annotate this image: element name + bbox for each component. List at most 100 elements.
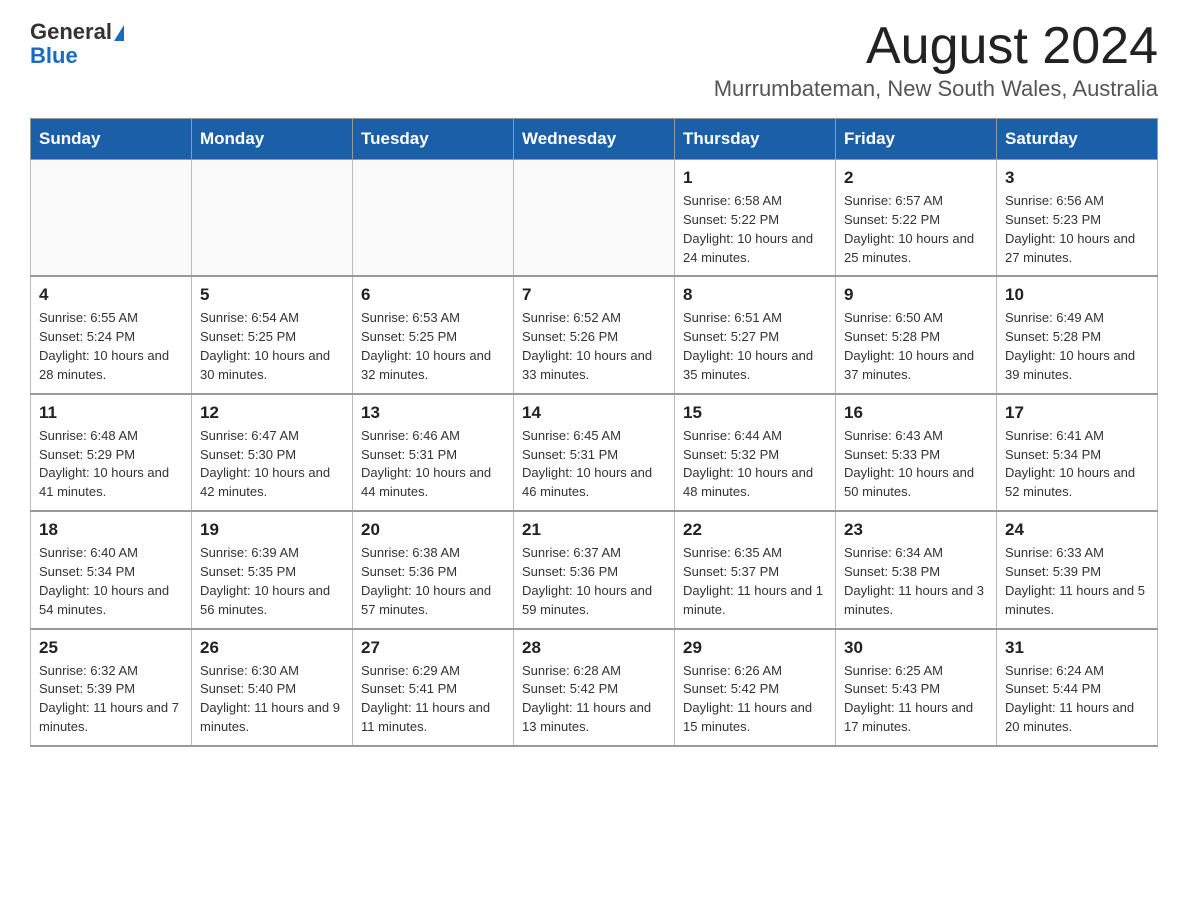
calendar-cell [514,160,675,277]
calendar-cell: 13 Sunrise: 6:46 AM Sunset: 5:31 PM Dayli… [353,394,514,511]
calendar-cell: 5 Sunrise: 6:54 AM Sunset: 5:25 PM Daylig… [192,276,353,393]
calendar-cell: 29 Sunrise: 6:26 AM Sunset: 5:42 PM Dayli… [675,629,836,746]
day-info: Sunrise: 6:38 AM Sunset: 5:36 PM Dayligh… [361,544,505,619]
calendar-cell: 10 Sunrise: 6:49 AM Sunset: 5:28 PM Dayli… [997,276,1158,393]
calendar-week-row: 11 Sunrise: 6:48 AM Sunset: 5:29 PM Dayli… [31,394,1158,511]
day-number: 5 [200,285,344,305]
day-info: Sunrise: 6:56 AM Sunset: 5:23 PM Dayligh… [1005,192,1149,267]
calendar-cell: 16 Sunrise: 6:43 AM Sunset: 5:33 PM Dayli… [836,394,997,511]
calendar-cell: 31Sunrise: 6:24 AM Sunset: 5:44 PM Dayli… [997,629,1158,746]
day-info: Sunrise: 6:26 AM Sunset: 5:42 PM Dayligh… [683,662,827,737]
day-number: 17 [1005,403,1149,423]
calendar-cell [192,160,353,277]
calendar-cell: 27Sunrise: 6:29 AM Sunset: 5:41 PM Dayli… [353,629,514,746]
calendar-cell: 4 Sunrise: 6:55 AM Sunset: 5:24 PM Daylig… [31,276,192,393]
day-info: Sunrise: 6:25 AM Sunset: 5:43 PM Dayligh… [844,662,988,737]
day-info: Sunrise: 6:55 AM Sunset: 5:24 PM Dayligh… [39,309,183,384]
calendar-cell: 26 Sunrise: 6:30 AM Sunset: 5:40 PM Dayli… [192,629,353,746]
day-info: Sunrise: 6:57 AM Sunset: 5:22 PM Dayligh… [844,192,988,267]
day-info: Sunrise: 6:32 AM Sunset: 5:39 PM Dayligh… [39,662,183,737]
calendar-cell: 7 Sunrise: 6:52 AM Sunset: 5:26 PM Daylig… [514,276,675,393]
day-number: 4 [39,285,183,305]
day-info: Sunrise: 6:29 AM Sunset: 5:41 PM Dayligh… [361,662,505,737]
calendar-cell: 24 Sunrise: 6:33 AM Sunset: 5:39 PM Dayli… [997,511,1158,628]
calendar-cell: 19 Sunrise: 6:39 AM Sunset: 5:35 PM Dayli… [192,511,353,628]
day-info: Sunrise: 6:54 AM Sunset: 5:25 PM Dayligh… [200,309,344,384]
weekday-header-friday: Friday [836,119,997,160]
calendar-cell [353,160,514,277]
day-info: Sunrise: 6:53 AM Sunset: 5:25 PM Dayligh… [361,309,505,384]
logo: General Blue [30,20,124,68]
calendar-cell: 3 Sunrise: 6:56 AM Sunset: 5:23 PM Daylig… [997,160,1158,277]
calendar-cell: 14 Sunrise: 6:45 AM Sunset: 5:31 PM Dayli… [514,394,675,511]
weekday-header-sunday: Sunday [31,119,192,160]
day-info: Sunrise: 6:49 AM Sunset: 5:28 PM Dayligh… [1005,309,1149,384]
day-number: 13 [361,403,505,423]
calendar-cell: 2 Sunrise: 6:57 AM Sunset: 5:22 PM Daylig… [836,160,997,277]
day-info: Sunrise: 6:39 AM Sunset: 5:35 PM Dayligh… [200,544,344,619]
day-number: 2 [844,168,988,188]
day-info: Sunrise: 6:51 AM Sunset: 5:27 PM Dayligh… [683,309,827,384]
day-number: 29 [683,638,827,658]
day-number: 14 [522,403,666,423]
day-number: 24 [1005,520,1149,540]
day-info: Sunrise: 6:44 AM Sunset: 5:32 PM Dayligh… [683,427,827,502]
calendar-cell: 21Sunrise: 6:37 AM Sunset: 5:36 PM Dayli… [514,511,675,628]
day-info: Sunrise: 6:30 AM Sunset: 5:40 PM Dayligh… [200,662,344,737]
day-info: Sunrise: 6:45 AM Sunset: 5:31 PM Dayligh… [522,427,666,502]
day-number: 22 [683,520,827,540]
day-info: Sunrise: 6:41 AM Sunset: 5:34 PM Dayligh… [1005,427,1149,502]
calendar-cell: 15 Sunrise: 6:44 AM Sunset: 5:32 PM Dayli… [675,394,836,511]
day-number: 26 [200,638,344,658]
day-number: 21 [522,520,666,540]
day-info: Sunrise: 6:47 AM Sunset: 5:30 PM Dayligh… [200,427,344,502]
calendar-cell: 1 Sunrise: 6:58 AM Sunset: 5:22 PM Daylig… [675,160,836,277]
day-number: 11 [39,403,183,423]
day-info: Sunrise: 6:58 AM Sunset: 5:22 PM Dayligh… [683,192,827,267]
day-info: Sunrise: 6:52 AM Sunset: 5:26 PM Dayligh… [522,309,666,384]
calendar-cell: 25 Sunrise: 6:32 AM Sunset: 5:39 PM Dayli… [31,629,192,746]
day-number: 28 [522,638,666,658]
day-info: Sunrise: 6:46 AM Sunset: 5:31 PM Dayligh… [361,427,505,502]
day-info: Sunrise: 6:33 AM Sunset: 5:39 PM Dayligh… [1005,544,1149,619]
day-number: 25 [39,638,183,658]
calendar-table: SundayMondayTuesdayWednesdayThursdayFrid… [30,118,1158,747]
calendar-header-row: SundayMondayTuesdayWednesdayThursdayFrid… [31,119,1158,160]
page-header: General Blue August 2024 Murrumbateman, … [30,20,1158,112]
day-number: 1 [683,168,827,188]
day-info: Sunrise: 6:34 AM Sunset: 5:38 PM Dayligh… [844,544,988,619]
calendar-cell: 23 Sunrise: 6:34 AM Sunset: 5:38 PM Dayli… [836,511,997,628]
calendar-week-row: 1 Sunrise: 6:58 AM Sunset: 5:22 PM Daylig… [31,160,1158,277]
weekday-header-thursday: Thursday [675,119,836,160]
calendar-cell: 18Sunrise: 6:40 AM Sunset: 5:34 PM Dayli… [31,511,192,628]
calendar-week-row: 18Sunrise: 6:40 AM Sunset: 5:34 PM Dayli… [31,511,1158,628]
day-number: 15 [683,403,827,423]
month-title: August 2024 [714,20,1158,72]
day-info: Sunrise: 6:40 AM Sunset: 5:34 PM Dayligh… [39,544,183,619]
day-number: 19 [200,520,344,540]
day-number: 20 [361,520,505,540]
weekday-header-tuesday: Tuesday [353,119,514,160]
day-info: Sunrise: 6:43 AM Sunset: 5:33 PM Dayligh… [844,427,988,502]
location-title: Murrumbateman, New South Wales, Australi… [714,76,1158,102]
calendar-week-row: 25 Sunrise: 6:32 AM Sunset: 5:39 PM Dayli… [31,629,1158,746]
calendar-cell: 20 Sunrise: 6:38 AM Sunset: 5:36 PM Dayli… [353,511,514,628]
day-number: 7 [522,285,666,305]
day-info: Sunrise: 6:28 AM Sunset: 5:42 PM Dayligh… [522,662,666,737]
logo-text: General [30,20,124,44]
day-number: 3 [1005,168,1149,188]
day-number: 31 [1005,638,1149,658]
calendar-cell: 28 Sunrise: 6:28 AM Sunset: 5:42 PM Dayli… [514,629,675,746]
day-number: 10 [1005,285,1149,305]
day-info: Sunrise: 6:48 AM Sunset: 5:29 PM Dayligh… [39,427,183,502]
calendar-cell: 8 Sunrise: 6:51 AM Sunset: 5:27 PM Daylig… [675,276,836,393]
day-number: 30 [844,638,988,658]
calendar-cell: 17 Sunrise: 6:41 AM Sunset: 5:34 PM Dayli… [997,394,1158,511]
weekday-header-wednesday: Wednesday [514,119,675,160]
day-number: 16 [844,403,988,423]
day-number: 8 [683,285,827,305]
logo-triangle-icon [114,25,124,41]
calendar-cell: 11 Sunrise: 6:48 AM Sunset: 5:29 PM Dayli… [31,394,192,511]
day-number: 23 [844,520,988,540]
calendar-week-row: 4 Sunrise: 6:55 AM Sunset: 5:24 PM Daylig… [31,276,1158,393]
